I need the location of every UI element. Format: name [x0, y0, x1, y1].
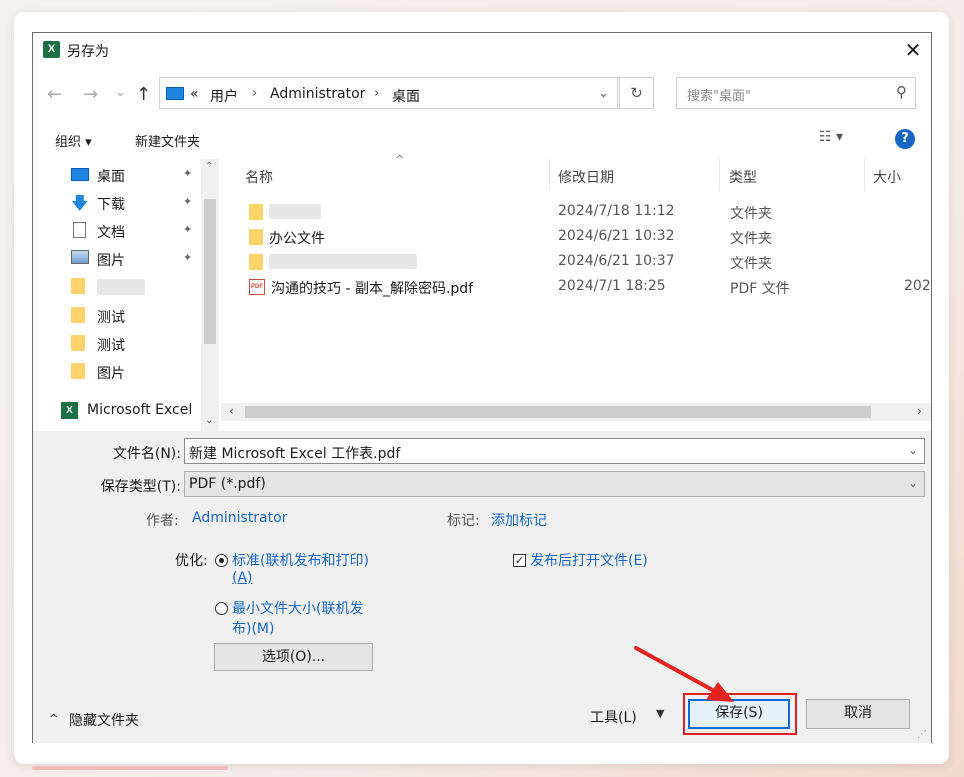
arrow-shaft [634, 646, 720, 695]
arrow-head [706, 682, 734, 702]
decorative-bar [32, 766, 228, 770]
annotation-arrow [634, 646, 734, 702]
